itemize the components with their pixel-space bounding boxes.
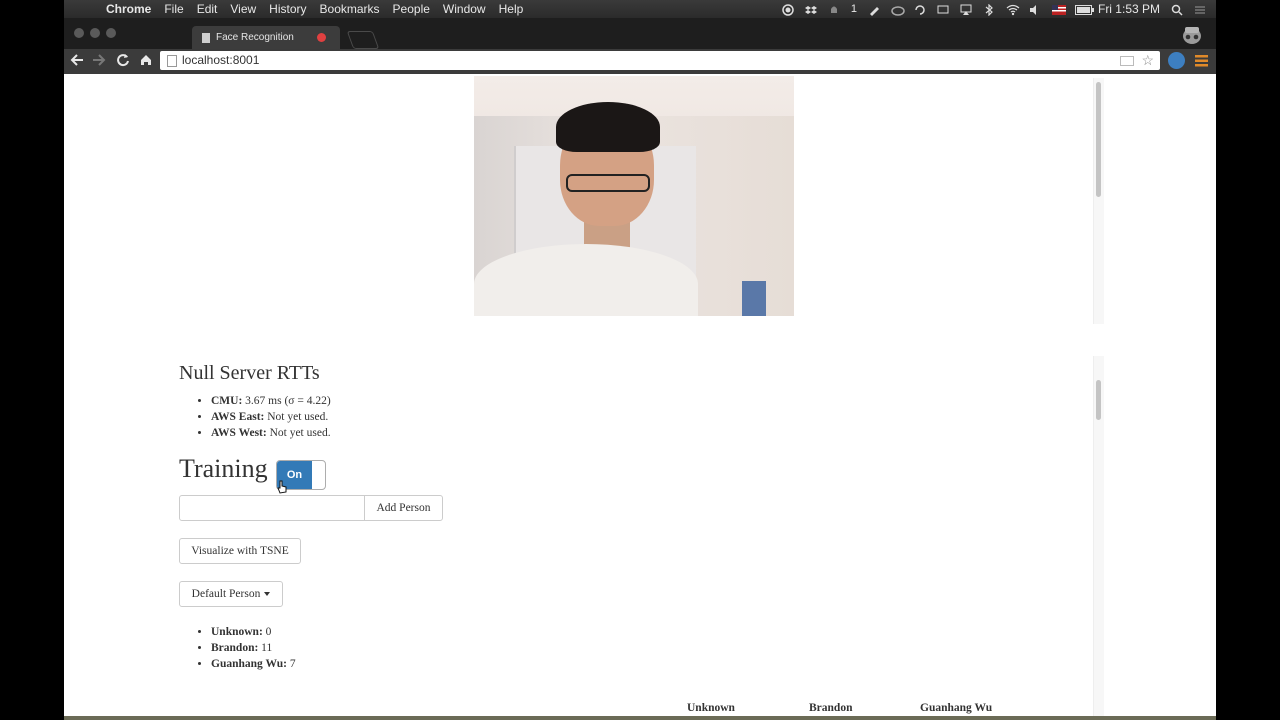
menu-help[interactable]: Help (499, 2, 524, 16)
rtt-value: Not yet used. (269, 427, 331, 439)
rtt-item-aws-west: AWS West: Not yet used. (211, 425, 331, 441)
notification-count: 1 (850, 3, 857, 15)
person-count-label: Brandon: (211, 642, 259, 654)
training-toggle-handle[interactable] (314, 464, 322, 486)
menu-history[interactable]: History (269, 2, 306, 16)
flag-us-icon[interactable] (1051, 4, 1066, 15)
airplay-icon[interactable] (960, 4, 972, 15)
lower-scrollbar-thumb[interactable] (1096, 380, 1101, 420)
address-bar-url[interactable]: localhost:8001 (182, 53, 259, 67)
display-icon[interactable] (937, 4, 949, 15)
notification-center-icon[interactable] (1194, 4, 1206, 15)
back-arrow-icon[interactable] (70, 53, 84, 70)
rtt-label: AWS West: (211, 427, 267, 439)
rtt-list: CMU: 3.67 ms (σ = 4.22) AWS East: Not ye… (195, 393, 331, 441)
default-person-label: Default Person (191, 588, 261, 600)
menu-clock[interactable]: Fri 1:53 PM (1098, 2, 1160, 16)
person-count-label: Unknown: (211, 626, 263, 638)
wrench-icon[interactable] (868, 4, 880, 16)
camera-indicator-icon[interactable] (1120, 56, 1134, 66)
person-count-label: Guanhang Wu: (211, 658, 287, 670)
bell-icon[interactable] (828, 4, 840, 15)
video-background-object (742, 281, 766, 316)
spotlight-search-icon[interactable] (1171, 4, 1183, 16)
person-count-value: 7 (289, 658, 296, 670)
browser-tab-active[interactable]: Face Recognition (192, 26, 340, 49)
video-person-glasses (566, 174, 650, 192)
bookmark-star-icon[interactable]: ☆ (1141, 52, 1154, 69)
rtt-item-cmu: CMU: 3.67 ms (σ = 4.22) (211, 393, 331, 409)
tab-title: Face Recognition (216, 32, 294, 43)
incognito-profile-icon[interactable] (1180, 22, 1204, 46)
video-person-hair (556, 102, 660, 152)
battery-icon[interactable] (1074, 4, 1094, 15)
person-count-value: 11 (261, 642, 273, 654)
menu-view[interactable]: View (230, 2, 256, 16)
video-person-shirt (474, 244, 698, 316)
home-icon[interactable] (139, 53, 153, 70)
desktop-background-strip (64, 716, 1216, 720)
rtt-section-title: Null Server RTTs (179, 362, 320, 384)
chevron-down-icon (264, 592, 271, 596)
creative-cloud-icon[interactable] (891, 4, 905, 16)
visualize-tsne-button[interactable]: Visualize with TSNE (179, 538, 301, 564)
wifi-icon[interactable] (1006, 4, 1020, 15)
rtt-value: 3.67 ms (σ = 4.22) (245, 395, 331, 407)
menu-status-area: 1 Fri 1:53 PM (782, 0, 1206, 18)
address-bar[interactable]: localhost:8001 ☆ (160, 51, 1160, 70)
chrome-menu-icon[interactable] (1195, 54, 1209, 71)
table-header-guanhang-wu: Guanhang Wu (920, 702, 993, 714)
window-close-button[interactable] (74, 28, 84, 38)
rtt-label: CMU: (211, 395, 243, 407)
default-person-dropdown[interactable]: Default Person (179, 581, 283, 607)
page-info-icon[interactable] (167, 55, 177, 67)
menu-app-name[interactable]: Chrome (106, 2, 151, 16)
person-count-guanhang-wu: Guanhang Wu: 7 (211, 656, 296, 672)
window-minimize-button[interactable] (90, 28, 100, 38)
dropbox-icon[interactable] (804, 4, 817, 15)
person-count-value: 0 (265, 626, 272, 638)
menu-window[interactable]: Window (443, 2, 486, 16)
table-header-brandon: Brandon (809, 702, 853, 714)
page-content: Null Server RTTs CMU: 3.67 ms (σ = 4.22)… (64, 74, 1216, 720)
browser-toolbar: localhost:8001 ☆ (64, 49, 1216, 74)
person-count-unknown: Unknown: 0 (211, 624, 296, 640)
record-icon[interactable] (782, 3, 794, 16)
forward-arrow-icon[interactable] (92, 53, 106, 70)
mac-menu-bar: Chrome File Edit View History Bookmarks … (64, 0, 1216, 18)
tab-close-icon[interactable] (317, 33, 326, 42)
lower-scrollbar[interactable] (1093, 356, 1104, 720)
reload-icon[interactable] (116, 53, 130, 70)
tab-page-icon (202, 32, 210, 43)
new-tab-button[interactable] (346, 31, 380, 49)
person-count-list: Unknown: 0 Brandon: 11 Guanhang Wu: 7 (195, 624, 296, 672)
table-header-unknown: Unknown (687, 702, 735, 714)
menu-bookmarks[interactable]: Bookmarks (320, 2, 380, 16)
bluetooth-icon[interactable] (983, 3, 995, 16)
person-name-input[interactable] (179, 495, 365, 521)
window-zoom-button[interactable] (106, 28, 116, 38)
rtt-label: AWS East: (211, 411, 265, 423)
training-section-title: Training (179, 454, 268, 483)
webcam-video-frame (474, 76, 794, 316)
extension-icon[interactable] (1168, 52, 1185, 69)
browser-tab-strip: Face Recognition (64, 18, 1216, 49)
add-person-button[interactable]: Add Person (364, 495, 443, 521)
menu-file[interactable]: File (164, 2, 183, 16)
upper-scrollbar-thumb[interactable] (1096, 82, 1101, 197)
menu-people[interactable]: People (393, 2, 430, 16)
rtt-item-aws-east: AWS East: Not yet used. (211, 409, 331, 425)
upper-scrollbar[interactable] (1093, 78, 1104, 324)
rtt-value: Not yet used. (267, 411, 329, 423)
sync-icon[interactable] (914, 4, 926, 15)
menu-edit[interactable]: Edit (197, 2, 218, 16)
volume-icon[interactable] (1029, 4, 1041, 15)
person-count-brandon: Brandon: 11 (211, 640, 296, 656)
